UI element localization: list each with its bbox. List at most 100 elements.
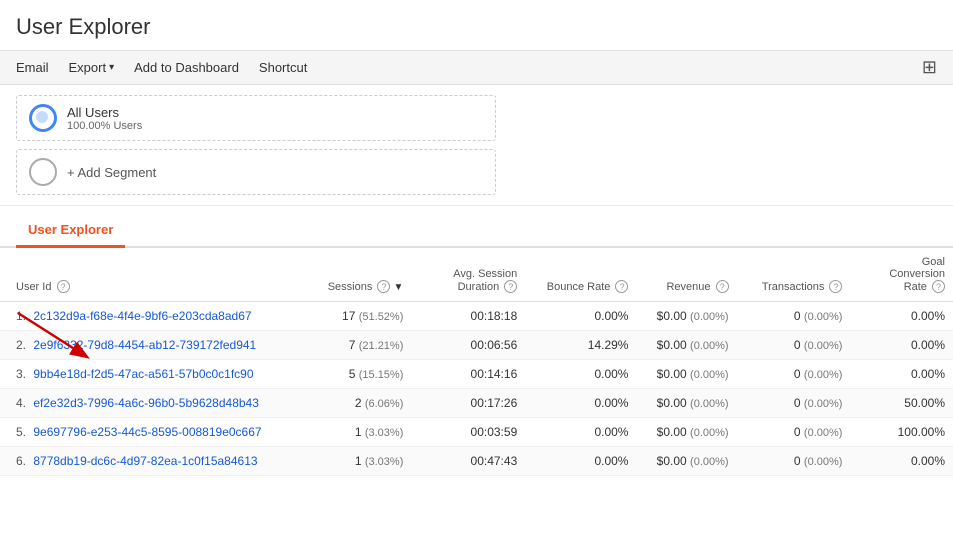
cell-avg-duration-3: 00:17:26 [411, 389, 525, 418]
cell-revenue-2: $0.00 (0.00%) [636, 360, 736, 389]
table-row: 3. 9bb4e18d-f2d5-47ac-a561-57b0c0c1fc90 … [0, 360, 953, 389]
cell-userid-1: 2. 2e9f6332-79d8-4454-ab12-739172fed941 [0, 331, 307, 360]
user-id-link-3[interactable]: ef2e32d3-7996-4a6c-96b0-5b9628d48b43 [33, 396, 259, 410]
transactions-help-icon[interactable]: ? [829, 280, 842, 293]
cell-goal-rate-0: 0.00% [850, 302, 953, 331]
table-row: 1. 2c132d9a-f68e-4f4e-9bf6-e203cda8ad67 … [0, 302, 953, 331]
cell-avg-duration-2: 00:14:16 [411, 360, 525, 389]
segment-circle-icon [29, 104, 57, 132]
cell-goal-rate-2: 0.00% [850, 360, 953, 389]
revenue-pct-5: (0.00%) [690, 456, 729, 468]
cell-sessions-3: 2 (6.06%) [307, 389, 411, 418]
row-num-1: 2. [16, 338, 26, 352]
user-id-link-2[interactable]: 9bb4e18d-f2d5-47ac-a561-57b0c0c1fc90 [33, 367, 253, 381]
sessions-pct-5: (3.03%) [365, 456, 404, 468]
col-header-transactions: Transactions ? [737, 248, 851, 302]
toolbar: Email Export ▾ Add to Dashboard Shortcut… [0, 50, 953, 85]
email-button[interactable]: Email [16, 60, 49, 75]
cell-userid-0: 1. 2c132d9a-f68e-4f4e-9bf6-e203cda8ad67 [0, 302, 307, 331]
user-id-link-1[interactable]: 2e9f6332-79d8-4454-ab12-739172fed941 [33, 338, 256, 352]
cell-revenue-0: $0.00 (0.00%) [636, 302, 736, 331]
goal-conversion-help-icon[interactable]: ? [932, 280, 945, 293]
cell-sessions-2: 5 (15.15%) [307, 360, 411, 389]
tab-user-explorer[interactable]: User Explorer [16, 214, 125, 248]
cell-transactions-1: 0 (0.00%) [737, 331, 851, 360]
segments-area: All Users 100.00% Users + Add Segment [0, 85, 953, 206]
cell-transactions-3: 0 (0.00%) [737, 389, 851, 418]
transactions-pct-4: (0.00%) [804, 427, 843, 439]
row-num-0: 1. [16, 309, 26, 323]
page-title-text: User Explorer [0, 0, 953, 50]
cell-goal-rate-5: 0.00% [850, 447, 953, 476]
shortcut-button[interactable]: Shortcut [259, 60, 307, 75]
cell-transactions-0: 0 (0.00%) [737, 302, 851, 331]
cell-goal-rate-3: 50.00% [850, 389, 953, 418]
revenue-pct-1: (0.00%) [690, 340, 729, 352]
userid-help-icon[interactable]: ? [57, 280, 70, 293]
col-header-sessions[interactable]: Sessions ? ▼ [307, 248, 411, 302]
cell-sessions-1: 7 (21.21%) [307, 331, 411, 360]
user-id-link-0[interactable]: 2c132d9a-f68e-4f4e-9bf6-e203cda8ad67 [33, 309, 251, 323]
all-users-segment: All Users 100.00% Users [16, 95, 496, 141]
row-num-5: 6. [16, 454, 26, 468]
avg-duration-help-icon[interactable]: ? [504, 280, 517, 293]
cell-revenue-5: $0.00 (0.00%) [636, 447, 736, 476]
segment-name: All Users [67, 105, 142, 120]
cell-bounce-rate-1: 14.29% [525, 331, 636, 360]
cell-bounce-rate-0: 0.00% [525, 302, 636, 331]
data-table-area: User Id ? Sessions ? ▼ Avg. SessionDurat… [0, 248, 953, 476]
row-num-4: 5. [16, 425, 26, 439]
transactions-pct-0: (0.00%) [804, 311, 843, 323]
add-segment-box[interactable]: + Add Segment [16, 149, 496, 195]
add-to-dashboard-button[interactable]: Add to Dashboard [134, 60, 239, 75]
col-header-goal-conversion: GoalConversionRate ? [850, 248, 953, 302]
transactions-pct-2: (0.00%) [804, 369, 843, 381]
export-dropdown-icon: ▾ [109, 62, 114, 73]
cell-transactions-2: 0 (0.00%) [737, 360, 851, 389]
row-num-2: 3. [16, 367, 26, 381]
sessions-sort-icon: ▼ [393, 282, 403, 293]
table-row: 4. ef2e32d3-7996-4a6c-96b0-5b9628d48b43 … [0, 389, 953, 418]
cell-revenue-1: $0.00 (0.00%) [636, 331, 736, 360]
cell-avg-duration-0: 00:18:18 [411, 302, 525, 331]
bounce-rate-help-icon[interactable]: ? [615, 280, 628, 293]
cell-userid-2: 3. 9bb4e18d-f2d5-47ac-a561-57b0c0c1fc90 [0, 360, 307, 389]
cell-bounce-rate-4: 0.00% [525, 418, 636, 447]
cell-bounce-rate-2: 0.00% [525, 360, 636, 389]
row-num-3: 4. [16, 396, 26, 410]
cell-userid-4: 5. 9e697796-e253-44c5-8595-008819e0c667 [0, 418, 307, 447]
cell-userid-5: 6. 8778db19-dc6c-4d97-82ea-1c0f15a84613 [0, 447, 307, 476]
segment-info: All Users 100.00% Users [67, 105, 142, 132]
sessions-pct-2: (15.15%) [359, 369, 404, 381]
export-button[interactable]: Export ▾ [69, 60, 115, 75]
transactions-pct-5: (0.00%) [804, 456, 843, 468]
segment-sub: 100.00% Users [67, 120, 142, 132]
table-row: 6. 8778db19-dc6c-4d97-82ea-1c0f15a84613 … [0, 447, 953, 476]
revenue-pct-2: (0.00%) [690, 369, 729, 381]
cell-goal-rate-1: 0.00% [850, 331, 953, 360]
cell-userid-3: 4. ef2e32d3-7996-4a6c-96b0-5b9628d48b43 [0, 389, 307, 418]
cell-transactions-5: 0 (0.00%) [737, 447, 851, 476]
user-id-link-5[interactable]: 8778db19-dc6c-4d97-82ea-1c0f15a84613 [33, 454, 257, 468]
cell-bounce-rate-3: 0.00% [525, 389, 636, 418]
col-header-avg-duration: Avg. SessionDuration ? [411, 248, 525, 302]
cell-revenue-4: $0.00 (0.00%) [636, 418, 736, 447]
cell-avg-duration-4: 00:03:59 [411, 418, 525, 447]
user-explorer-table: User Id ? Sessions ? ▼ Avg. SessionDurat… [0, 248, 953, 476]
table-row: 5. 9e697796-e253-44c5-8595-008819e0c667 … [0, 418, 953, 447]
cell-sessions-4: 1 (3.03%) [307, 418, 411, 447]
cell-revenue-3: $0.00 (0.00%) [636, 389, 736, 418]
sessions-pct-4: (3.03%) [365, 427, 404, 439]
sessions-pct-1: (21.21%) [359, 340, 404, 352]
revenue-help-icon[interactable]: ? [716, 280, 729, 293]
cell-avg-duration-5: 00:47:43 [411, 447, 525, 476]
user-id-link-4[interactable]: 9e697796-e253-44c5-8595-008819e0c667 [33, 425, 261, 439]
cell-bounce-rate-5: 0.00% [525, 447, 636, 476]
cell-transactions-4: 0 (0.00%) [737, 418, 851, 447]
sessions-help-icon[interactable]: ? [377, 280, 390, 293]
col-header-bounce-rate: Bounce Rate ? [525, 248, 636, 302]
col-header-userid: User Id ? [0, 248, 307, 302]
grid-view-icon[interactable]: ⊞ [922, 57, 937, 78]
cell-sessions-5: 1 (3.03%) [307, 447, 411, 476]
tab-bar: User Explorer [0, 214, 953, 248]
